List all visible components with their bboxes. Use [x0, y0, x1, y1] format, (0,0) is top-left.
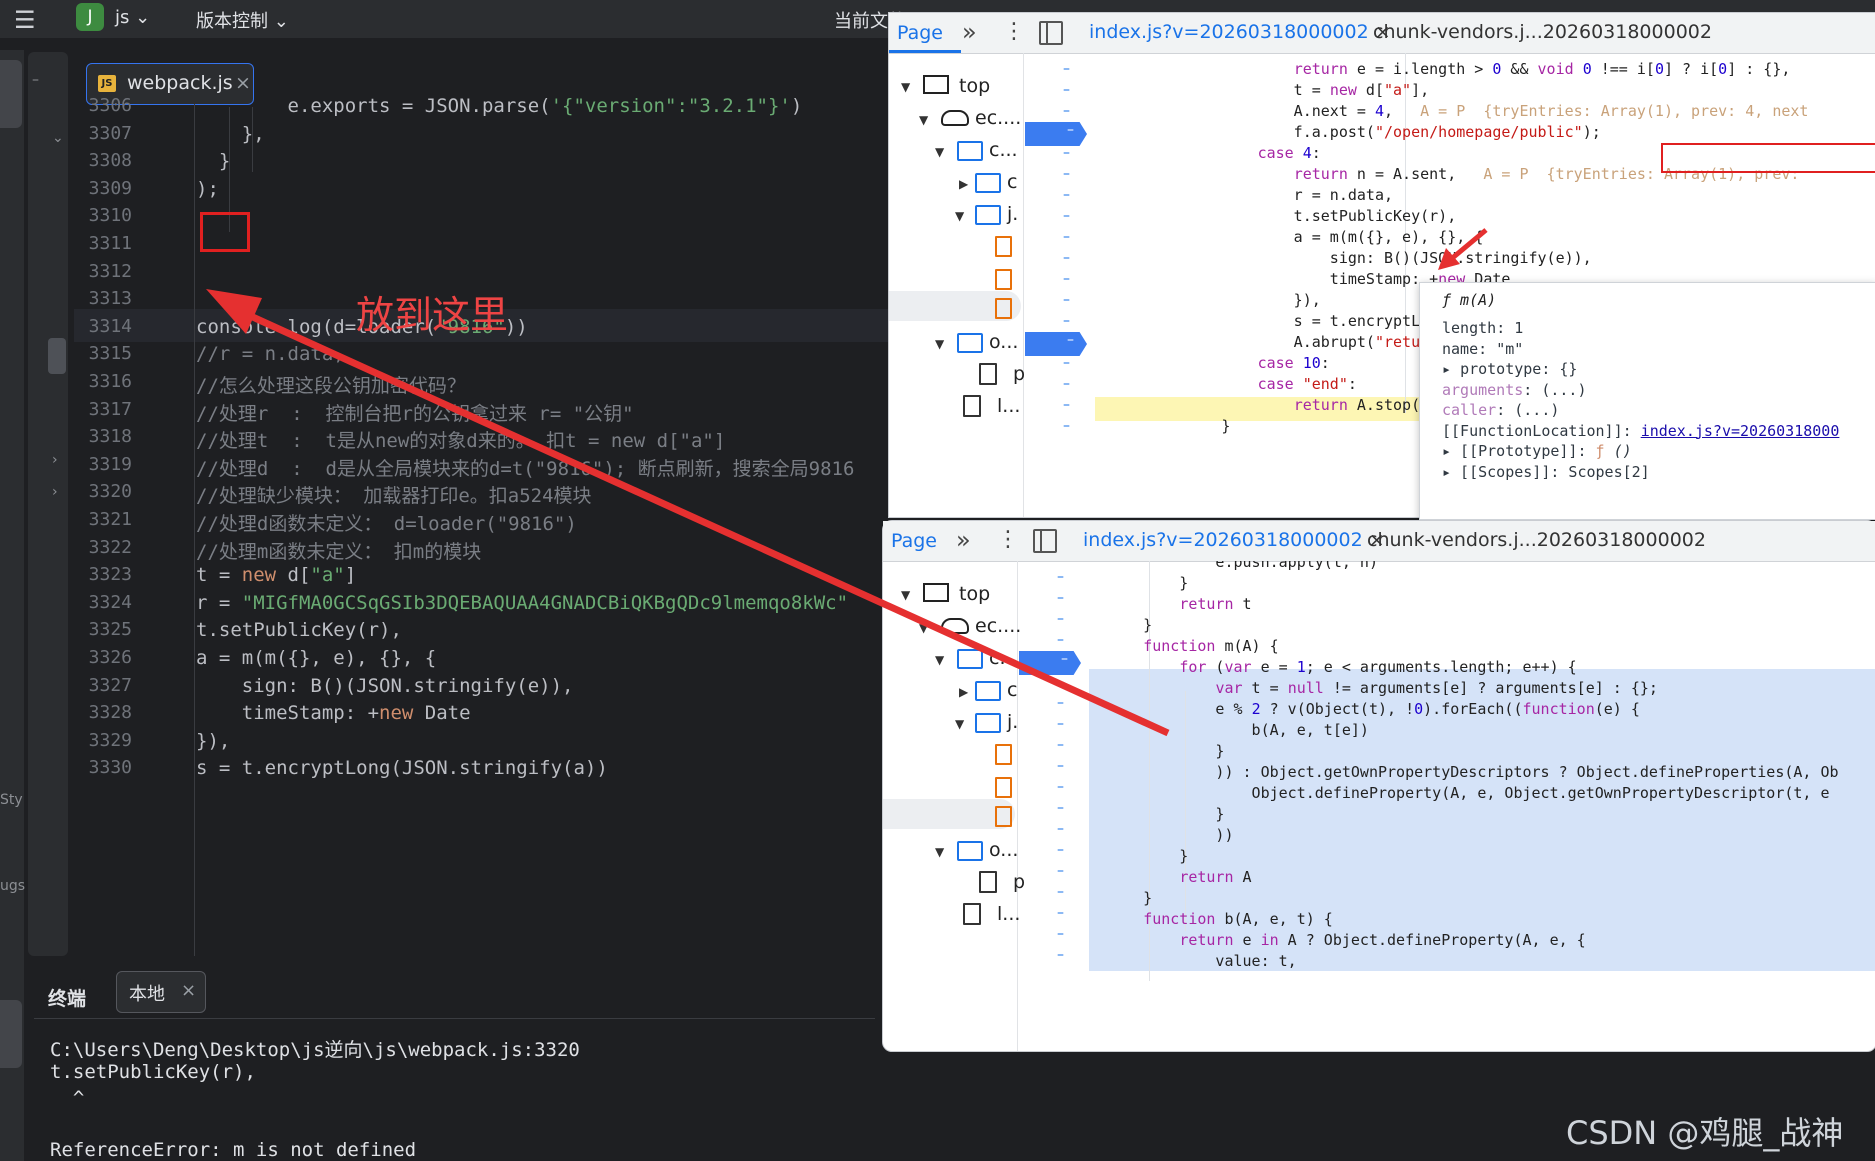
annotation-arrows	[206, 228, 1488, 737]
long-arrow-head	[206, 289, 262, 334]
long-arrow-line	[244, 310, 1170, 737]
short-arrow-line	[1448, 228, 1488, 262]
watermark: CSDN @鸡腿_战神	[1566, 1114, 1844, 1152]
